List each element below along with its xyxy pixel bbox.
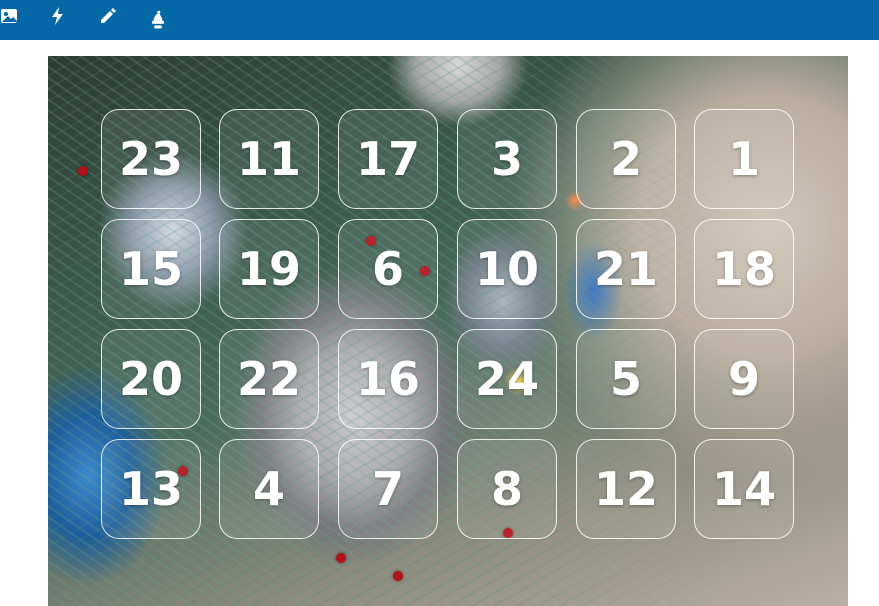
door-2[interactable]: 2 [576,109,676,209]
door-15[interactable]: 15 [101,219,201,319]
berry [336,553,346,563]
door-6[interactable]: 6 [338,219,438,319]
door-11[interactable]: 11 [219,109,319,209]
door-7[interactable]: 7 [338,439,438,539]
lightning-icon[interactable] [47,5,69,27]
berry [393,571,403,581]
door-23[interactable]: 23 [101,109,201,209]
door-22[interactable]: 22 [219,329,319,429]
door-21[interactable]: 21 [576,219,676,319]
door-17[interactable]: 17 [338,109,438,209]
door-9[interactable]: 9 [694,329,794,429]
door-12[interactable]: 12 [576,439,676,539]
door-1[interactable]: 1 [694,109,794,209]
door-24[interactable]: 24 [457,329,557,429]
door-3[interactable]: 3 [457,109,557,209]
door-5[interactable]: 5 [576,329,676,429]
image-icon[interactable] [0,5,20,27]
berry [78,166,88,176]
door-10[interactable]: 10 [457,219,557,319]
door-13[interactable]: 13 [101,439,201,539]
door-8[interactable]: 8 [457,439,557,539]
door-19[interactable]: 19 [219,219,319,319]
advent-calendar: 23 11 17 3 2 1 15 19 6 10 21 18 20 22 16… [48,56,848,606]
door-18[interactable]: 18 [694,219,794,319]
door-20[interactable]: 20 [101,329,201,429]
door-4[interactable]: 4 [219,439,319,539]
door-14[interactable]: 14 [694,439,794,539]
santa-hat-icon[interactable] [147,7,169,33]
top-toolbar [0,0,879,40]
door-16[interactable]: 16 [338,329,438,429]
pencil-icon[interactable] [97,5,119,27]
